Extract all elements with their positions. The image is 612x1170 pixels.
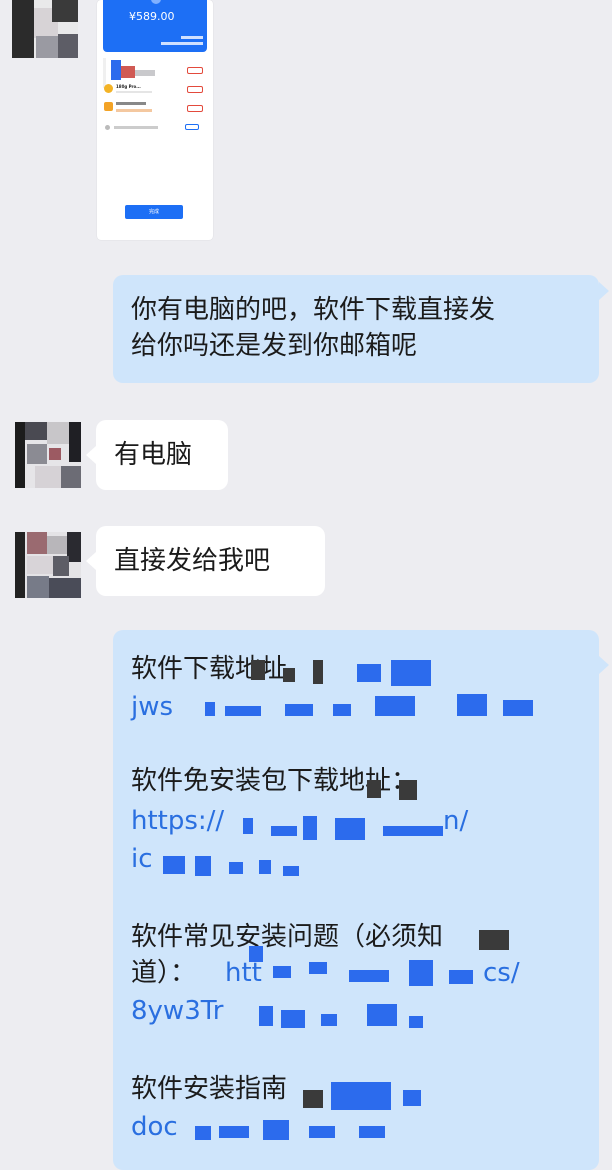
bubble-tail (599, 282, 609, 300)
redaction (367, 1004, 397, 1026)
screenshot-header: ¥589.00 (103, 0, 207, 52)
redaction (349, 970, 389, 982)
redaction (273, 966, 291, 978)
outgoing-message-links[interactable]: 软件下载地址 jws 软件免安装包下载地址： https:// n/ ic 软件… (113, 630, 599, 1170)
redaction (367, 780, 381, 798)
message-text: 有电脑 (114, 440, 193, 470)
redaction (283, 668, 295, 682)
redaction (219, 1126, 249, 1138)
redaction (333, 704, 351, 716)
incoming-message[interactable]: 直接发给我吧 (96, 526, 325, 596)
faq-link[interactable]: cs/ (483, 956, 520, 990)
contact-avatar[interactable] (12, 0, 78, 58)
install-guide-label: 软件安装指南 (131, 1074, 288, 1104)
message-text-line: 给你吗还是发到你邮箱呢 (131, 331, 418, 361)
screenshot-amount: ¥589.00 (129, 10, 175, 23)
portable-package-link[interactable]: ic (131, 842, 153, 876)
screenshot-done-button: 完成 (125, 205, 183, 219)
redaction (359, 1126, 385, 1138)
redaction (285, 704, 313, 716)
faq-link[interactable]: 8yw3Tr (131, 994, 224, 1028)
redaction (479, 930, 509, 950)
bubble-tail (86, 446, 96, 464)
redaction (503, 700, 533, 716)
redaction (281, 1010, 305, 1028)
redaction (313, 660, 323, 684)
redaction (251, 660, 265, 680)
redaction (335, 818, 365, 840)
redaction (205, 702, 215, 716)
portable-package-link[interactable]: https:// (131, 804, 224, 838)
redaction (449, 970, 473, 984)
redaction (409, 1016, 423, 1028)
redaction (357, 664, 381, 682)
redaction (243, 818, 253, 834)
contact-avatar[interactable] (15, 532, 81, 598)
redaction (391, 660, 431, 686)
faq-label: 软件常见安装问题（必须知 (131, 922, 444, 952)
redaction (399, 780, 417, 800)
redaction (375, 696, 415, 716)
contact-avatar[interactable] (15, 422, 81, 488)
redaction (249, 946, 263, 962)
redaction (303, 816, 317, 840)
redaction (163, 856, 185, 874)
faq-label: 道）： (131, 958, 197, 988)
redaction (409, 960, 433, 986)
redaction (309, 962, 327, 974)
payment-screenshot-image[interactable]: ¥589.00 180g Pro... 完成 (97, 0, 213, 240)
redaction (383, 826, 443, 836)
redaction (457, 694, 487, 716)
redaction (259, 860, 271, 874)
redaction (271, 826, 297, 836)
download-address-link[interactable]: jws (131, 690, 173, 724)
redaction (195, 1126, 211, 1140)
redaction (321, 1014, 337, 1026)
redaction (225, 706, 261, 716)
redaction (195, 856, 211, 876)
redaction (229, 862, 243, 874)
bubble-tail (86, 552, 96, 570)
redaction (331, 1082, 391, 1110)
incoming-message[interactable]: 有电脑 (96, 420, 228, 490)
message-text: 直接发给我吧 (114, 546, 271, 576)
redaction (263, 1120, 289, 1140)
install-guide-link[interactable]: doc (131, 1110, 178, 1144)
redaction (303, 1090, 323, 1108)
redaction (403, 1090, 421, 1106)
portable-package-link[interactable]: n/ (443, 804, 468, 838)
bubble-tail (599, 656, 609, 674)
redaction (259, 1006, 273, 1026)
redaction (309, 1126, 335, 1138)
redaction (283, 866, 299, 876)
message-text-line: 你有电脑的吧，软件下载直接发 (131, 295, 496, 325)
outgoing-message[interactable]: 你有电脑的吧，软件下载直接发 给你吗还是发到你邮箱呢 (113, 275, 599, 383)
